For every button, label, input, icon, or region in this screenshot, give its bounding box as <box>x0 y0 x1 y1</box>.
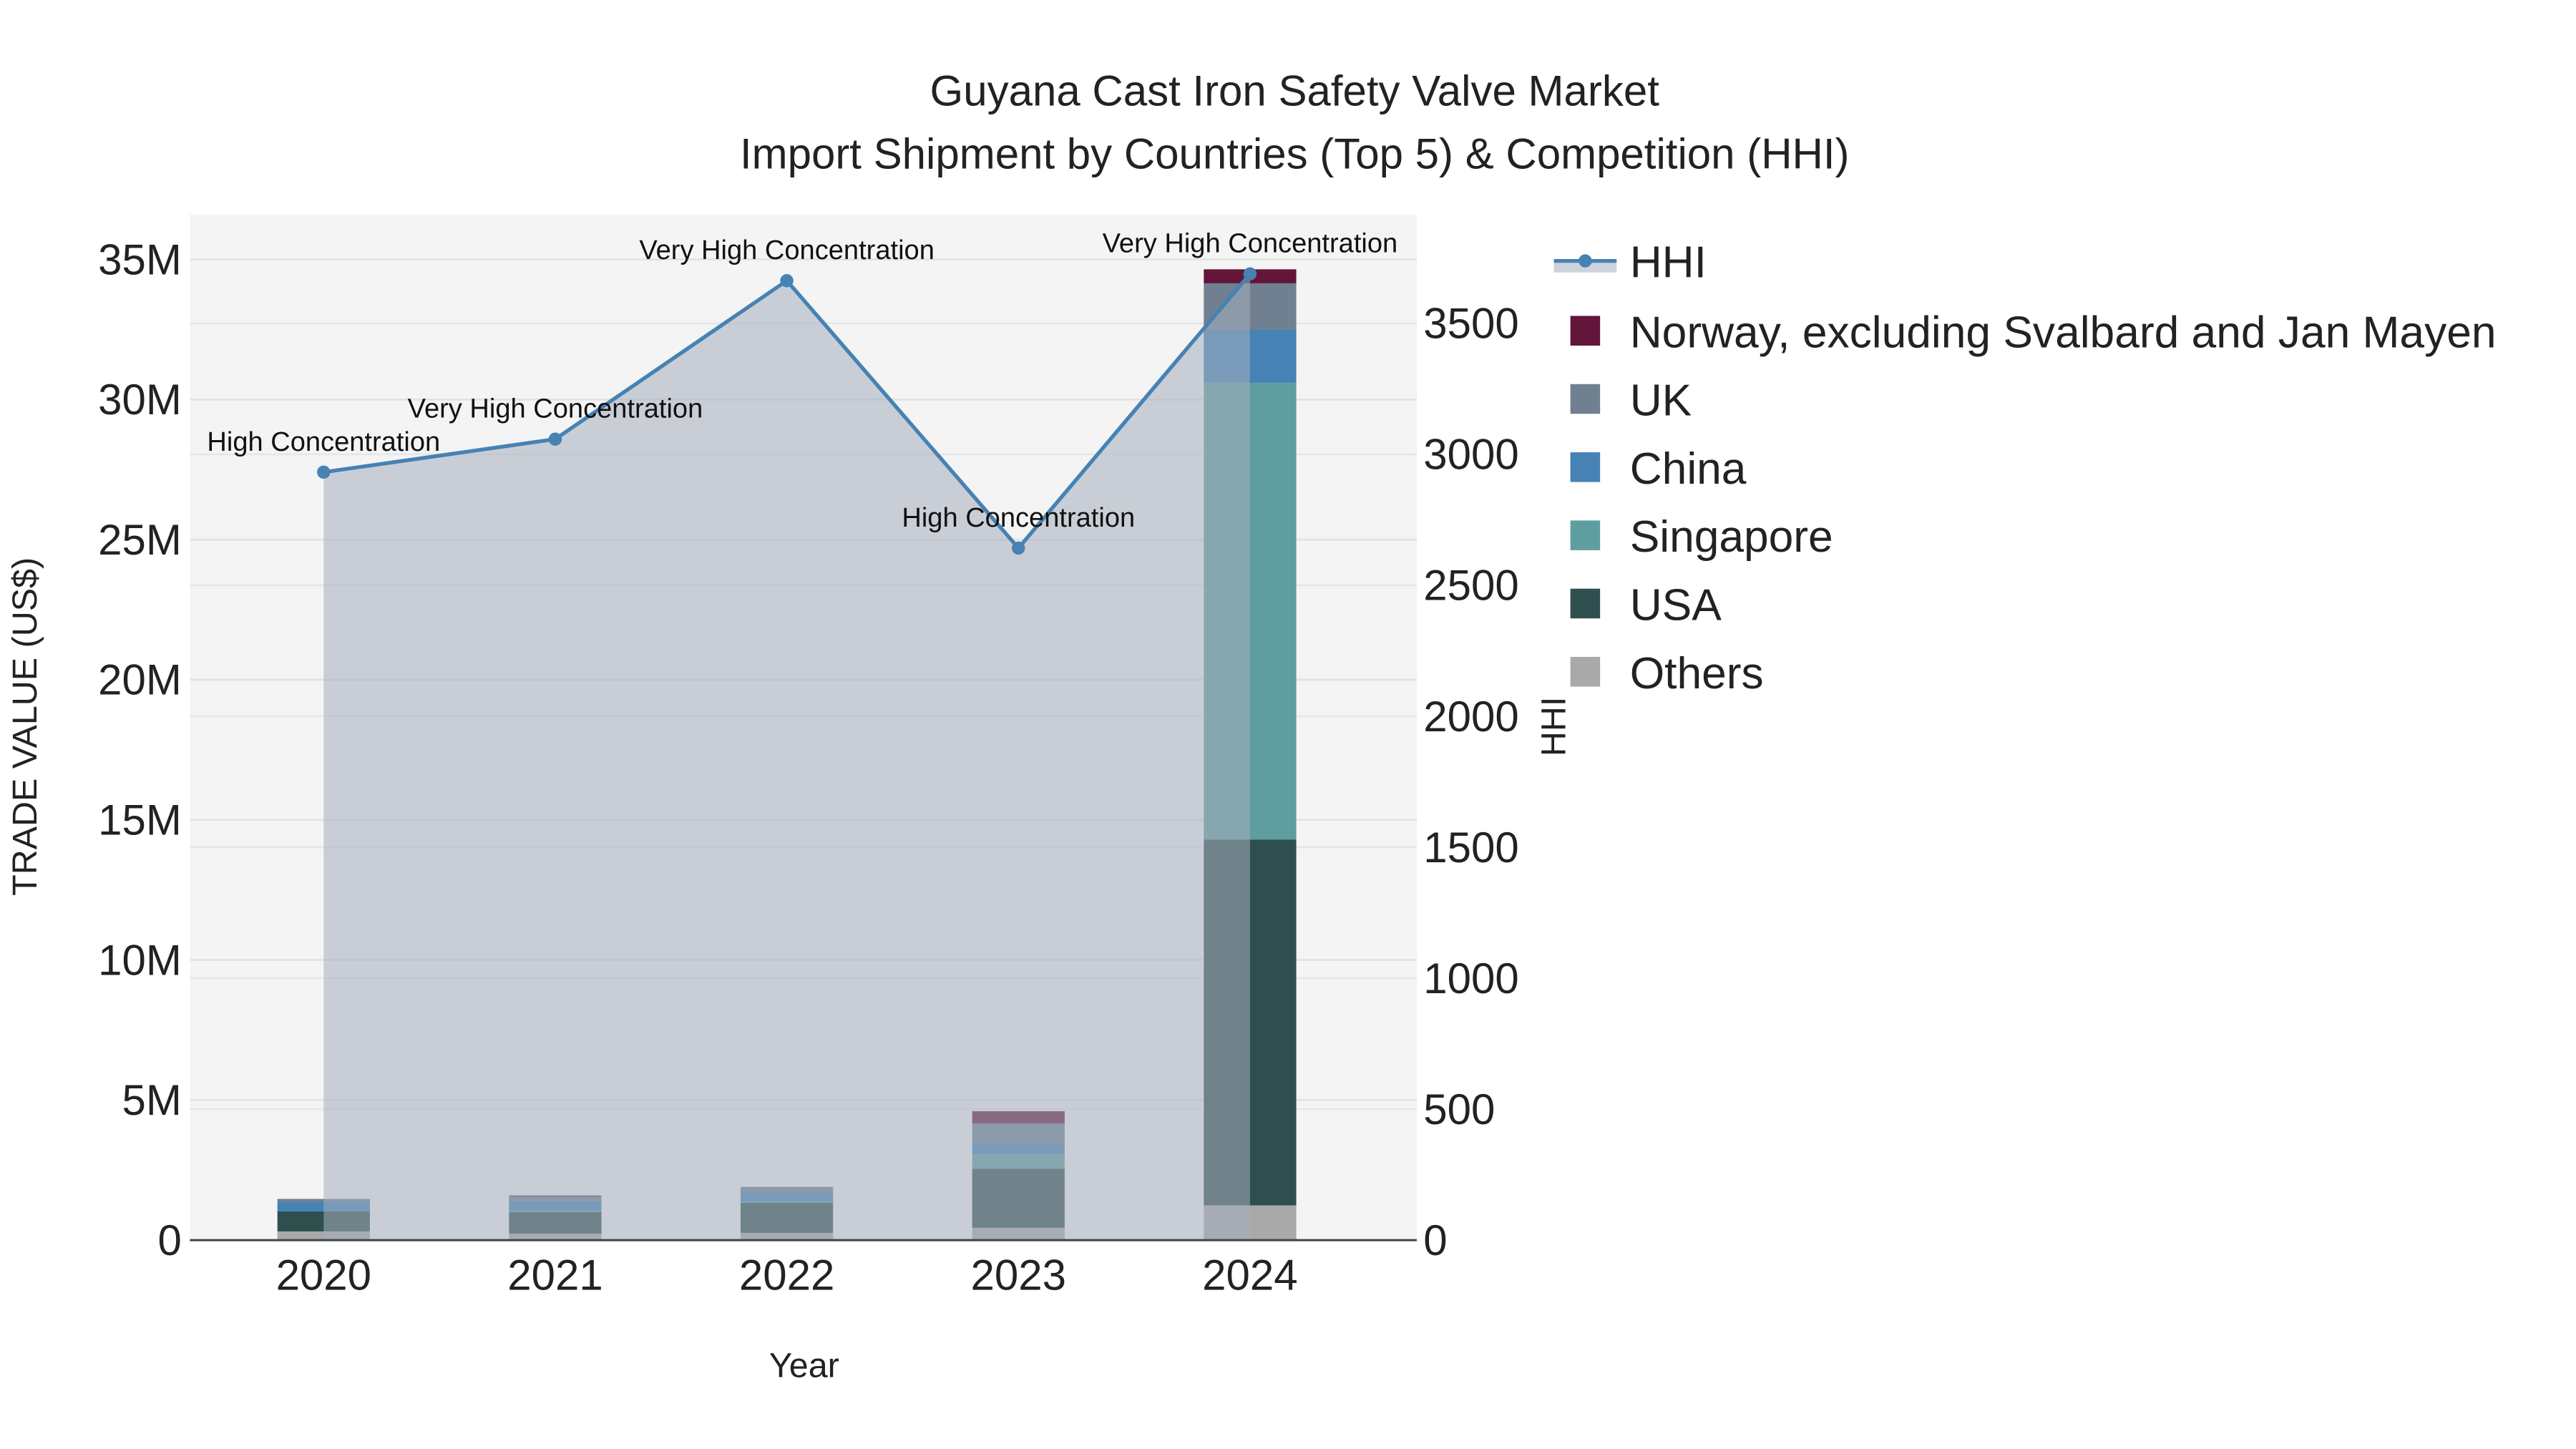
legend: HHI Norway, excluding Svalbard and Jan Ma… <box>1553 238 2497 698</box>
x-tick-label: 2024 <box>1202 1251 1297 1299</box>
legend-hhi-marker <box>1579 254 1592 268</box>
y2-tick-label: 0 <box>1423 1216 1447 1264</box>
legend-label: HHI <box>1630 238 1707 288</box>
legend-swatch-usa <box>1570 588 1601 619</box>
x-tick-label: 2020 <box>276 1251 371 1299</box>
legend-swatch-others <box>1570 657 1601 687</box>
y-axis-title: TRADE VALUE (US$) <box>6 557 44 896</box>
hhi-point-2023 <box>1012 541 1025 555</box>
legend-swatch-uk <box>1570 384 1601 414</box>
hhi-annotation: Very High Concentration <box>639 235 935 265</box>
chart: High ConcentrationVery High Concentratio… <box>6 67 2497 1385</box>
chart-title-line2: Import Shipment by Countries (Top 5) & C… <box>740 130 1850 177</box>
y2-axis-ticks: 0 500 1000 1500 2000 2500 3000 3500 <box>1423 300 1518 1264</box>
hhi-annotation: Very High Concentration <box>1103 229 1398 259</box>
hhi-point-2021 <box>548 432 562 446</box>
y-tick-label: 35M <box>98 235 182 283</box>
legend-label: Others <box>1630 649 1764 698</box>
hhi-annotation: High Concentration <box>902 503 1135 533</box>
y2-tick-label: 3000 <box>1423 431 1518 479</box>
legend-swatch-norway <box>1570 316 1601 346</box>
y-tick-label: 5M <box>122 1076 181 1124</box>
legend-label: Norway, excluding Svalbard and Jan Mayen <box>1630 308 2497 357</box>
hhi-point-2024 <box>1243 267 1257 280</box>
hhi-point-2020 <box>317 465 331 479</box>
y2-tick-label: 1000 <box>1423 955 1518 1002</box>
y2-tick-label: 2500 <box>1423 562 1518 610</box>
hhi-annotation: High Concentration <box>207 427 440 457</box>
y2-axis-title: HHI <box>1535 697 1574 756</box>
y-tick-label: 25M <box>98 516 182 564</box>
y-axis-ticks: 0 5M 10M 15M 20M 25M 30M 35M <box>98 235 182 1264</box>
y-tick-label: 20M <box>98 656 182 704</box>
x-axis-ticks: 2020 2021 2022 2023 2024 <box>276 1251 1298 1299</box>
hhi-point-2022 <box>780 274 794 288</box>
legend-label: Singapore <box>1630 512 1833 562</box>
y2-tick-label: 1500 <box>1423 824 1518 872</box>
x-tick-label: 2022 <box>739 1251 834 1299</box>
x-tick-label: 2023 <box>971 1251 1066 1299</box>
y-tick-label: 10M <box>98 936 182 984</box>
y2-tick-label: 500 <box>1423 1085 1495 1133</box>
legend-label: USA <box>1630 581 1722 630</box>
y-tick-label: 15M <box>98 796 182 844</box>
hhi-annotation: Very High Concentration <box>408 394 703 424</box>
y2-tick-label: 3500 <box>1423 300 1518 348</box>
legend-label: China <box>1630 444 1747 494</box>
x-tick-label: 2021 <box>507 1251 602 1299</box>
y-tick-label: 30M <box>98 376 182 424</box>
x-axis-title: Year <box>769 1347 839 1385</box>
legend-swatch-singapore <box>1570 520 1601 550</box>
y2-tick-label: 2000 <box>1423 693 1518 741</box>
legend-swatch-china <box>1570 452 1601 482</box>
y-tick-label: 0 <box>157 1216 181 1264</box>
legend-label: UK <box>1630 376 1692 426</box>
chart-title-line1: Guyana Cast Iron Safety Valve Market <box>930 67 1660 115</box>
